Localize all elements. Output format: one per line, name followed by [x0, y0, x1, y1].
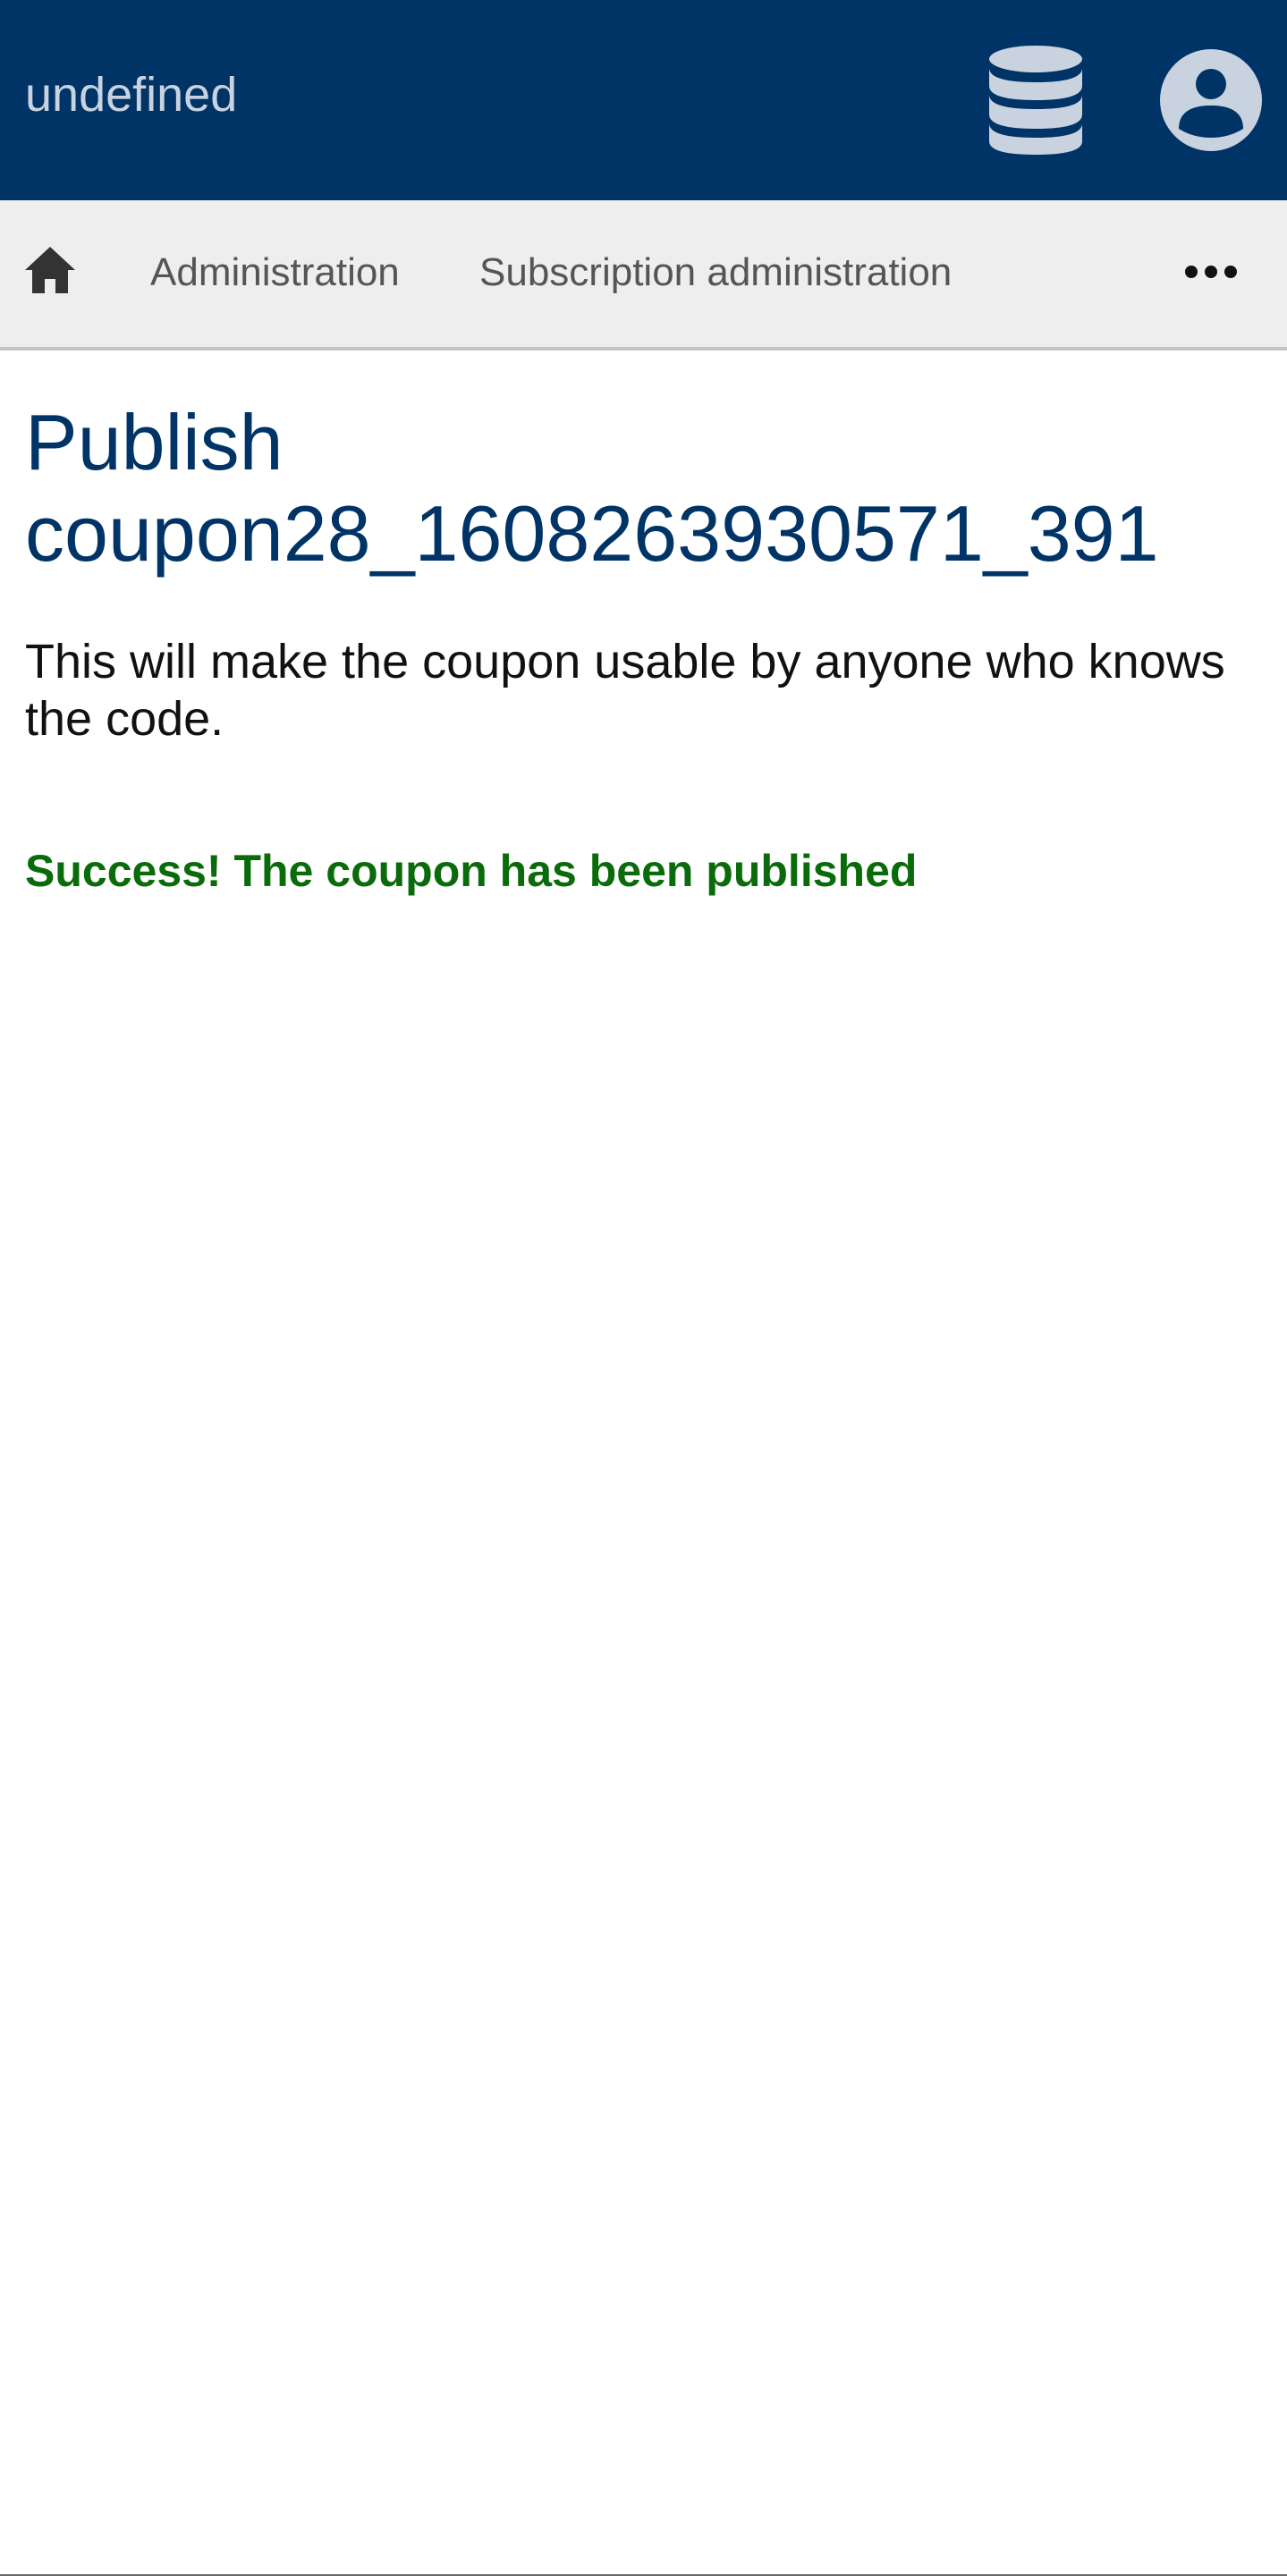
account-button[interactable] — [1159, 48, 1263, 152]
more-menu-button[interactable] — [1182, 254, 1240, 290]
publish-description: This will make the coupon usable by anyo… — [25, 635, 1225, 746]
success-message: Success! The coupon has been published — [25, 846, 918, 896]
more-horizontal-icon — [1185, 266, 1237, 278]
app-title[interactable]: undefined — [25, 66, 237, 123]
breadcrumb-subscription-administration[interactable]: Subscription administration — [479, 249, 952, 296]
page: undefined Administration Subscription ad… — [0, 0, 1287, 2576]
database-icon — [989, 46, 1082, 155]
app-header: undefined — [0, 0, 1287, 200]
home-button[interactable] — [23, 245, 77, 295]
breadcrumb: Administration Subscription administrati… — [0, 200, 1287, 351]
home-icon — [25, 247, 75, 293]
breadcrumb-administration[interactable]: Administration — [150, 249, 400, 296]
account-circle-icon — [1160, 49, 1262, 151]
database-button[interactable] — [986, 45, 1086, 156]
page-title: Publish coupon28_1608263930571_391 — [25, 398, 1159, 578]
